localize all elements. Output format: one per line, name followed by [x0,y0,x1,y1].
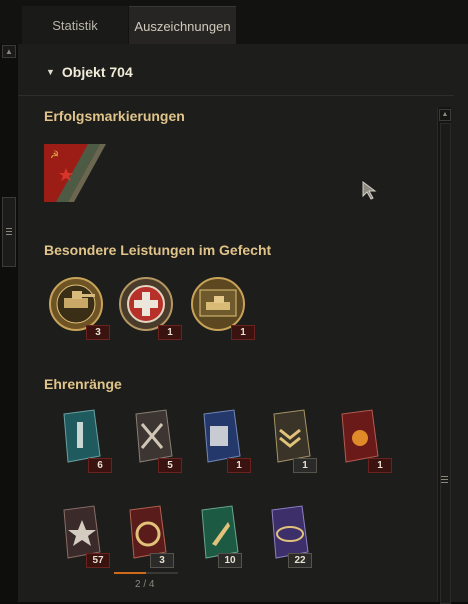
scroll-track[interactable] [440,123,451,604]
medal-count: 1 [158,325,182,340]
medal-count: 57 [86,553,110,568]
divider [18,95,454,96]
section-title-ranks: Ehrenränge [44,376,122,392]
medal-count: 1 [368,458,392,473]
medal-count: 10 [218,553,242,568]
tab-statistik[interactable]: Statistik [22,6,128,44]
vehicle-name: Objekt 704 [61,64,133,80]
medal-count: 3 [150,553,174,568]
medal-count: 3 [86,325,110,340]
scroll-thumb[interactable] [2,197,16,267]
tab-bar: Statistik Auszeichnungen [0,0,468,45]
vehicle-header[interactable]: ▼ Objekt 704 [46,64,133,80]
svg-text:☭: ☭ [50,150,59,161]
medal-count: 22 [288,553,312,568]
rank-progress-bar [114,572,178,574]
medal-count: 5 [158,458,182,473]
medal-count: 1 [227,458,251,473]
scroll-up-icon[interactable]: ▲ [439,109,451,121]
rank-progress-text: 2 / 4 [135,579,155,590]
scroll-up-icon[interactable]: ▲ [2,45,16,58]
medal-count: 1 [293,458,317,473]
section-title-marks: Erfolgsmarkierungen [44,108,185,124]
medal-count: 1 [231,325,255,340]
left-scrollbar[interactable] [0,44,18,602]
section-title-battle: Besondere Leistungen im Gefecht [44,242,272,258]
mouse-cursor-icon [362,181,377,200]
soviet-flag-mark-icon[interactable]: ☭ [42,142,108,204]
rank-progress-fill [114,572,146,574]
tab-auszeichnungen[interactable]: Auszeichnungen [129,6,236,45]
collapse-triangle-icon[interactable]: ▼ [46,67,55,77]
medal-count: 6 [88,458,112,473]
